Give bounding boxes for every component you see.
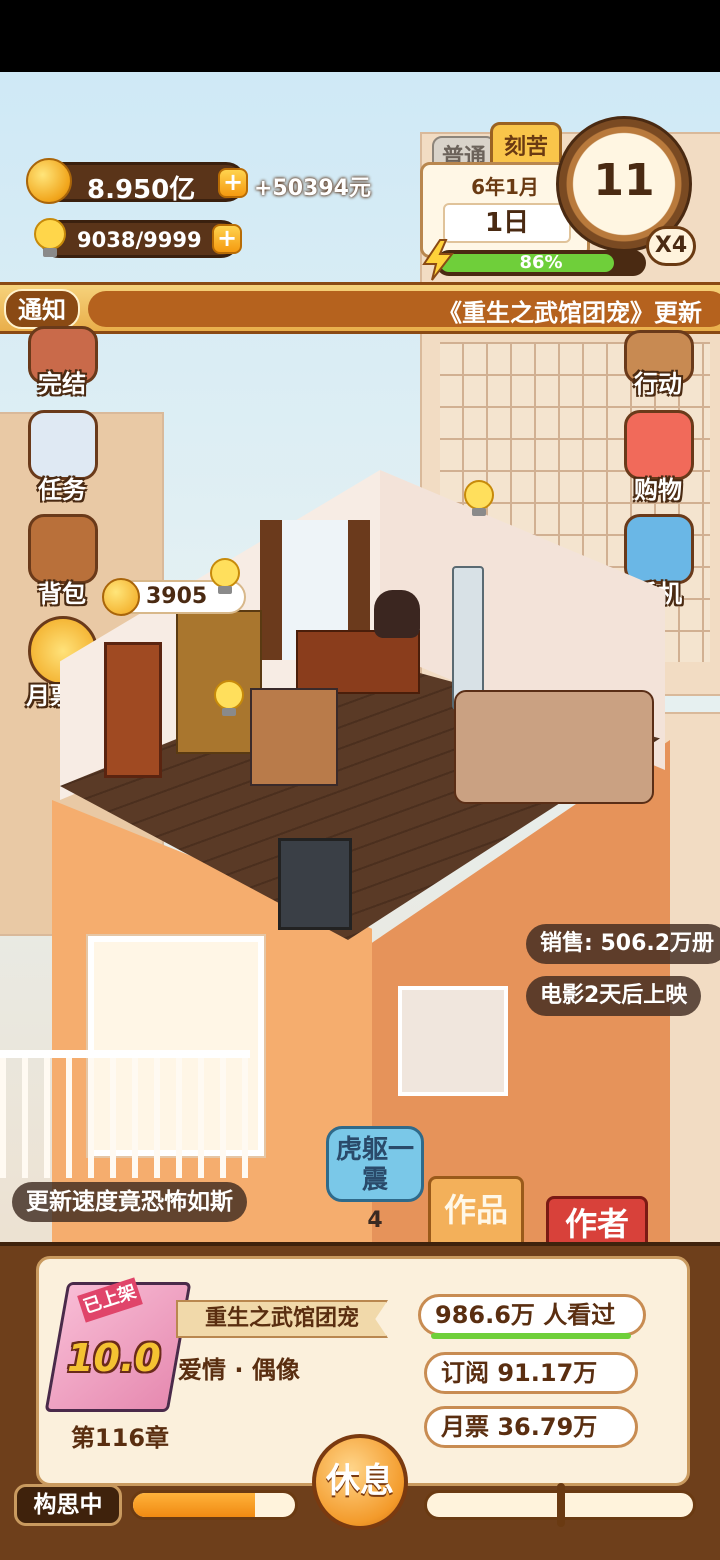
character-writer[interactable] [374, 590, 420, 638]
bed[interactable] [454, 690, 654, 804]
views-stat: 986.6万 人看过 [418, 1294, 646, 1339]
lightning-icon[interactable] [418, 238, 458, 282]
status-bar [0, 0, 720, 72]
views-value: 986.6万 人看过 [435, 1301, 616, 1329]
coin-icon [26, 158, 72, 204]
add-inspiration-button[interactable]: + [212, 224, 242, 254]
menu-finished-label: 完结 [38, 370, 86, 398]
monthly-tickets-stat: 月票 36.79万 [424, 1406, 638, 1448]
menu-bag-label: 背包 [38, 580, 86, 608]
rest-button[interactable]: 休息 [312, 1434, 408, 1530]
coin-icon [102, 578, 140, 616]
menu-tasks-label: 任务 [38, 476, 86, 504]
book-title: 重生之武馆团宠 [176, 1300, 388, 1338]
progress-marker [557, 1483, 565, 1527]
notice-bar[interactable]: 通知 《重生之武馆团宠》更新 [0, 282, 720, 334]
room-coin-value: 3905 [146, 584, 208, 609]
book-chapter: 第116章 [70, 1424, 170, 1452]
writing-progress-bar [130, 1490, 298, 1520]
writing-progress-fill [133, 1493, 255, 1517]
views-bar [431, 1333, 631, 1339]
tab-works[interactable]: 作品 [428, 1176, 524, 1246]
clock-hour: 11 [593, 155, 655, 206]
notice-text: 《重生之武馆团宠》更新 [438, 299, 702, 327]
notice-strip: 《重生之武馆团宠》更新 [88, 291, 720, 327]
menu-bag[interactable]: 背包 [14, 514, 110, 610]
book-genre: 爱情 · 偶像 [178, 1356, 300, 1384]
inspiration-value: 9038/9999 [77, 228, 202, 252]
event-badge[interactable]: 虎躯一震 [326, 1126, 424, 1202]
menu-tasks[interactable]: 任务 [14, 410, 110, 506]
wall-tv [278, 838, 352, 930]
lightbulb-icon[interactable] [460, 478, 498, 520]
secondary-progress-bar [424, 1483, 696, 1527]
air-purifier [452, 566, 484, 710]
room-door[interactable] [104, 642, 162, 778]
lightbulb-icon[interactable] [210, 678, 248, 720]
speed-button[interactable]: X4 [646, 226, 696, 266]
notice-tag: 通知 [4, 289, 80, 329]
energy-bar: 86% [436, 250, 646, 276]
menu-shop-label: 购物 [634, 476, 682, 504]
lightbulb-icon [30, 216, 70, 260]
date-day: 1日 [443, 203, 571, 243]
energy-percent: 86% [519, 252, 563, 273]
desk[interactable] [296, 630, 420, 694]
coin-value: 8.950亿 [87, 175, 196, 205]
coin-income: +50394元 [254, 176, 371, 201]
subscriptions-stat: 订阅 91.17万 [424, 1352, 638, 1394]
dog-house[interactable] [250, 688, 338, 786]
sales-bubble: 销售: 506.2万册 [526, 924, 720, 964]
event-badge-count: 4 [367, 1208, 383, 1233]
menu-action-label: 行动 [634, 370, 682, 398]
event-slogan: 更新速度竟恐怖如斯 [12, 1182, 247, 1222]
movie-bubble: 电影2天后上映 [526, 976, 702, 1016]
menu-shop[interactable]: 购物 [610, 410, 706, 506]
book-score: 10.0 [67, 1336, 161, 1380]
inspiration-counter: 9038/9999 [40, 220, 240, 258]
writing-status: 构思中 [14, 1484, 122, 1526]
add-coins-button[interactable]: + [218, 168, 248, 198]
balcony-railing [0, 1050, 250, 1178]
lightbulb-icon[interactable] [206, 556, 244, 598]
side-window [398, 986, 508, 1096]
